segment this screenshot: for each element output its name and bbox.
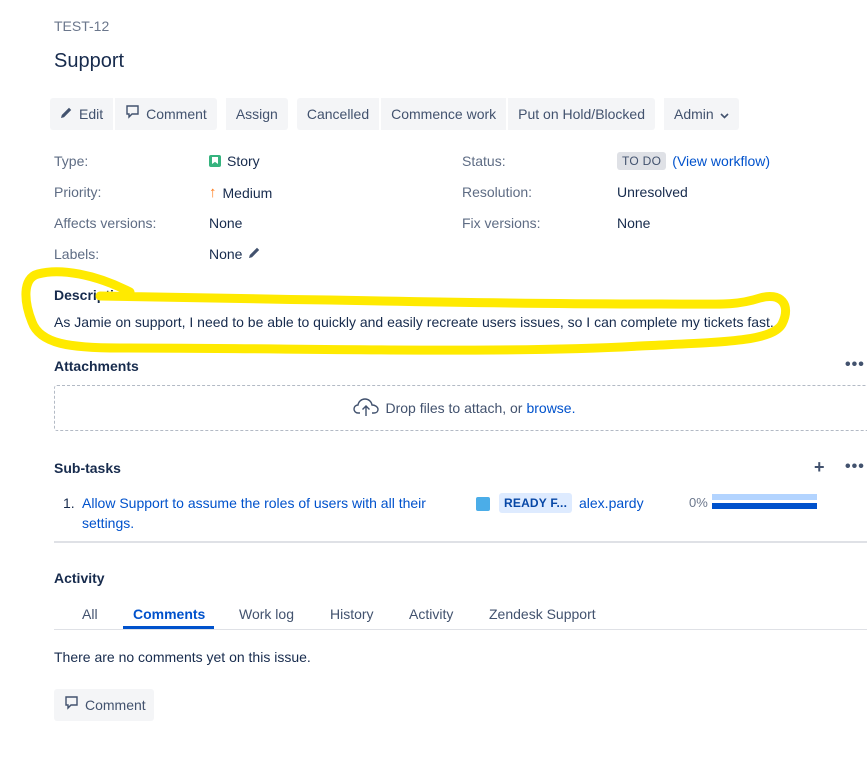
attachments-more-icon[interactable]: ••• [845,356,865,374]
view-workflow-link[interactable]: (View workflow) [672,153,770,169]
subtask-assignee[interactable]: alex.pardy [579,495,644,511]
subtasks-heading: Sub-tasks [54,460,121,476]
type-text: Story [227,153,260,169]
admin-label: Admin [674,106,714,122]
drop-files-text: Drop files to attach, or [385,400,523,416]
add-comment-label: Comment [85,697,146,713]
add-comment-button[interactable]: Comment [54,689,154,721]
activity-heading: Activity [54,570,105,586]
put-on-hold-button[interactable]: Put on Hold/Blocked [508,98,655,130]
status-badge: TO DO [617,152,667,170]
pencil-icon [60,98,73,130]
commence-work-button[interactable]: Commence work [381,98,507,130]
issue-key[interactable]: TEST-12 [54,18,109,34]
tab-zendesk-support[interactable]: Zendesk Support [489,606,596,622]
resolution-label: Resolution: [462,184,533,200]
cloud-upload-icon [352,397,379,420]
labels-label: Labels: [54,246,100,262]
affects-versions-value: None [209,215,243,231]
tab-comments[interactable]: Comments [133,606,205,622]
comment-button[interactable]: Comment [115,98,217,130]
no-comments-message: There are no comments yet on this issue. [54,649,311,665]
workflow-group: Cancelled Commence work Put on Hold/Bloc… [296,98,655,130]
admin-dropdown-button[interactable]: Admin [664,98,739,130]
priority-text: Medium [222,184,273,201]
subtask-number: 1. [63,495,75,511]
subtask-type-icon [476,497,490,511]
edit-label: Edit [79,106,104,122]
description-text[interactable]: As Jamie on support, I need to be able t… [54,314,774,330]
chevron-down-icon [720,98,729,130]
labels-value[interactable]: None [209,246,261,262]
priority-medium-icon: ↑ [209,184,217,201]
story-icon [209,155,221,167]
subtask-title-line2[interactable]: settings. [82,513,462,533]
subtask-title-link[interactable]: Allow Support to assume the roles of use… [82,493,462,533]
issue-title[interactable]: Support [54,50,124,73]
add-subtask-icon[interactable]: + [814,457,825,478]
tab-history[interactable]: History [330,606,374,622]
tabs-baseline [54,629,867,630]
subtask-status-badge[interactable]: READY F... [499,493,573,513]
issue-toolbar: Edit Comment Assign Cancelled Commence w… [50,98,748,130]
cancelled-button[interactable]: Cancelled [296,98,380,130]
section-divider [54,541,867,543]
type-value: Story [209,153,260,169]
fix-versions-label: Fix versions: [462,215,541,231]
edit-button[interactable]: Edit [50,98,114,130]
description-heading: Description [54,287,132,303]
tab-activity[interactable]: Activity [409,606,453,622]
edit-comment-group: Edit Comment [50,98,217,130]
resolution-value: Unresolved [617,184,688,200]
labels-text: None [209,246,243,262]
status-label: Status: [462,153,506,169]
comment-label: Comment [146,106,207,122]
affects-versions-label: Affects versions: [54,215,157,231]
subtasks-more-icon[interactable]: ••• [845,458,865,476]
subtask-title-line1[interactable]: Allow Support to assume the roles of use… [82,493,462,513]
pencil-icon[interactable] [248,246,261,262]
status-value: TO DO (View workflow) [617,152,770,170]
tab-all[interactable]: All [82,606,98,622]
priority-label: Priority: [54,184,102,200]
priority-value: ↑ Medium [209,184,272,201]
active-tab-indicator [123,626,214,629]
tab-work-log[interactable]: Work log [239,606,294,622]
comment-icon [64,689,79,721]
subtask-progress-estimate-bar [712,494,817,500]
subtask-progress-text: 0% [689,495,708,510]
fix-versions-value: None [617,215,651,231]
type-label: Type: [54,153,89,169]
attachment-dropzone[interactable]: Drop files to attach, or browse. [54,385,867,431]
comment-icon [125,98,140,130]
assign-group: Assign [225,98,288,130]
assign-button[interactable]: Assign [225,98,288,130]
attachments-heading: Attachments [54,358,139,374]
browse-link[interactable]: browse. [526,400,575,416]
subtask-progress-remaining-bar [712,503,817,509]
admin-group: Admin [664,98,739,130]
